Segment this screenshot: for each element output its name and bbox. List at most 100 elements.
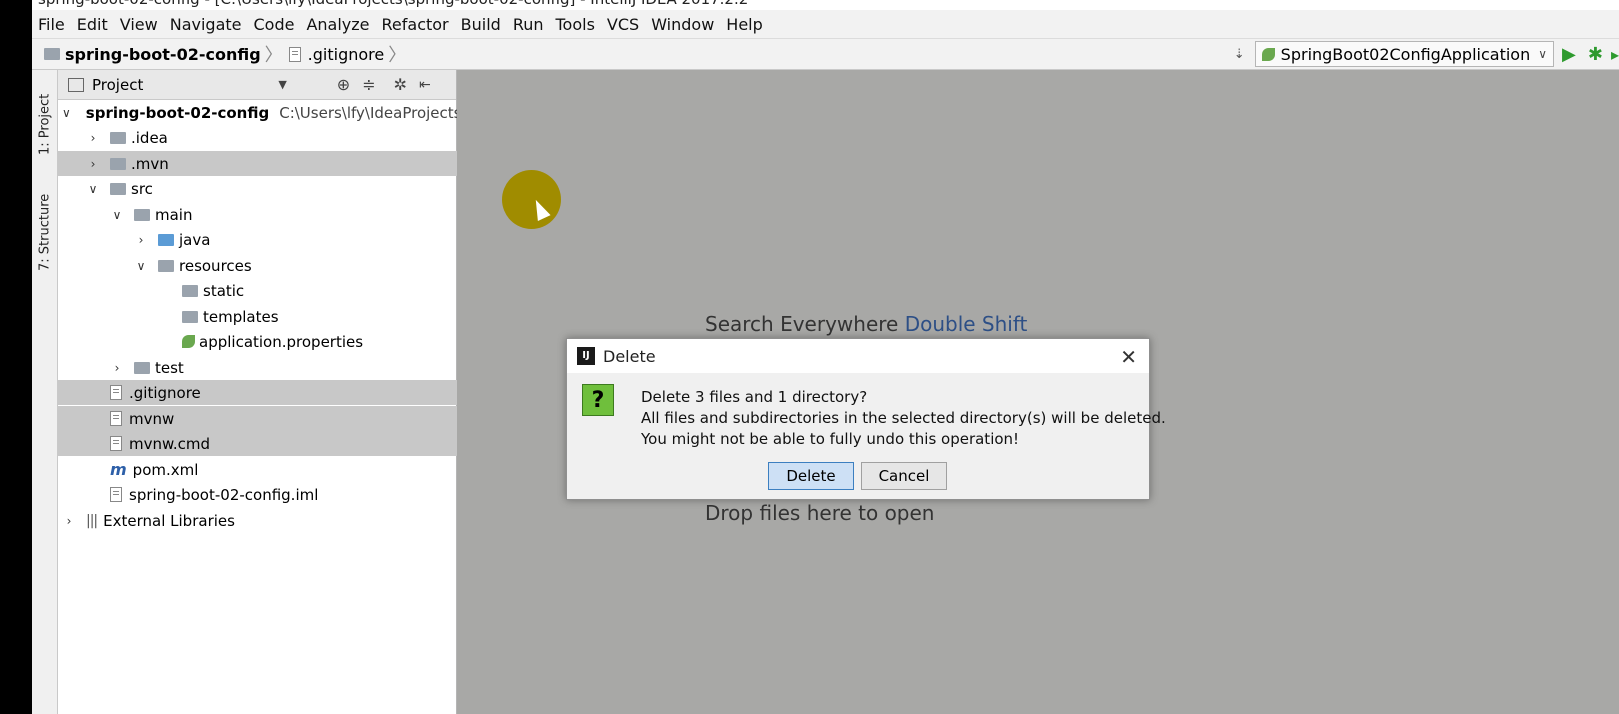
chevron-right-icon[interactable]: ›	[62, 514, 76, 528]
gear-icon[interactable]: ✲	[394, 75, 407, 94]
close-icon[interactable]: ✕	[1120, 345, 1137, 369]
tree-label: src	[131, 179, 153, 198]
module-file-icon	[110, 487, 122, 502]
menu-file[interactable]: File	[32, 15, 71, 34]
menu-code[interactable]: Code	[248, 15, 301, 34]
dialog-body: ? Delete 3 files and 1 directory? All fi…	[567, 373, 1166, 499]
breadcrumb-project[interactable]: spring-boot-02-config	[44, 45, 261, 64]
spring-properties-icon	[182, 335, 195, 348]
tree-label: test	[155, 358, 184, 377]
tree-item-pom[interactable]: m pom.xml	[58, 457, 508, 482]
menu-navigate[interactable]: Navigate	[164, 15, 248, 34]
chevron-down-icon[interactable]: ∨	[134, 259, 148, 273]
navigation-bar: spring-boot-02-config 〉 .gitignore 〉 ⇣ S…	[32, 38, 1619, 70]
tree-label: mvnw	[129, 409, 175, 428]
tree-label: java	[179, 230, 211, 249]
menu-view[interactable]: View	[114, 15, 164, 34]
sort-icon[interactable]: ⇣	[1234, 47, 1245, 62]
run-toolbar: ⇣ SpringBoot02ConfigApplication ∨ ▶ ✱ ▸	[1234, 39, 1619, 69]
run-icon[interactable]: ▶	[1562, 44, 1576, 65]
tree-item-mvn[interactable]: › .mvn	[58, 151, 484, 176]
chevron-down-icon[interactable]: ∨	[110, 208, 124, 222]
tree-label: .idea	[131, 128, 168, 147]
text-file-icon	[110, 436, 122, 451]
run-config-selector[interactable]: SpringBoot02ConfigApplication ∨	[1254, 41, 1555, 67]
tree-label: templates	[203, 307, 279, 326]
tree-item-iml[interactable]: spring-boot-02-config.iml	[58, 482, 508, 507]
source-folder-icon	[158, 233, 174, 246]
root-path: C:\Users\lfy\IdeaProjects	[279, 103, 462, 122]
menu-run[interactable]: Run	[507, 15, 550, 34]
menu-refactor[interactable]: Refactor	[376, 15, 455, 34]
left-tool-strip: 1: Project 7: Structure	[32, 70, 58, 714]
tree-label: External Libraries	[103, 511, 235, 530]
chevron-right-icon[interactable]: ›	[134, 233, 148, 247]
search-everywhere-hint: Search Everywhere Double Shift	[705, 312, 1027, 336]
resources-folder-icon	[158, 259, 174, 272]
text-file-icon	[110, 411, 122, 426]
chevron-down-icon: ∨	[1538, 47, 1548, 61]
intellij-logo-icon: IJ	[577, 347, 595, 365]
tree-label: .mvn	[131, 154, 169, 173]
hide-panel-icon[interactable]: ⇤	[419, 77, 431, 93]
question-icon: ?	[582, 384, 614, 416]
dialog-message-line1: Delete 3 files and 1 directory?	[641, 388, 868, 406]
tree-label: .gitignore	[129, 383, 201, 402]
collapse-all-icon[interactable]: ≑	[362, 75, 375, 94]
tree-item-external-libraries[interactable]: › ||| External Libraries	[58, 508, 460, 533]
chevron-down-icon[interactable]: ∨	[86, 182, 100, 196]
chevron-right-icon[interactable]: ›	[110, 361, 124, 375]
panel-title: Project	[92, 75, 144, 94]
tree-label: application.properties	[199, 332, 364, 351]
folder-icon	[182, 284, 198, 297]
tree-label: static	[203, 281, 245, 300]
view-dropdown-icon[interactable]: ▼	[278, 78, 286, 91]
breadcrumb-file[interactable]: .gitignore	[288, 44, 385, 64]
tree-item-mvnw-cmd[interactable]: mvnw.cmd	[58, 431, 508, 456]
drop-files-hint: Drop files here to open	[705, 501, 935, 525]
tree-label: resources	[179, 256, 252, 275]
menu-edit[interactable]: Edit	[71, 15, 114, 34]
menu-tools[interactable]: Tools	[550, 15, 601, 34]
menu-bar: File Edit View Navigate Code Analyze Ref…	[32, 10, 1619, 38]
tree-item-gitignore[interactable]: .gitignore	[58, 380, 508, 405]
tree-item-idea[interactable]: › .idea	[58, 125, 484, 150]
run-with-coverage-icon[interactable]: ▸	[1611, 45, 1619, 64]
project-tab-label: 1: Project	[37, 93, 53, 155]
run-config-label: SpringBoot02ConfigApplication	[1280, 44, 1531, 64]
tree-item-mvnw[interactable]: mvnw	[58, 406, 508, 431]
dialog-message-line2: All files and subdirectories in the sele…	[641, 409, 1166, 427]
text-file-icon	[288, 46, 301, 62]
structure-tool-tab[interactable]: 7: Structure	[34, 182, 56, 282]
folder-icon	[134, 208, 150, 221]
tree-item-test[interactable]: › test	[58, 355, 508, 380]
tree-item-src[interactable]: ∨ src	[58, 176, 484, 201]
breadcrumb-file-label: .gitignore	[307, 44, 385, 64]
breadcrumb-separator-icon: 〉	[264, 45, 283, 66]
tree-label: pom.xml	[132, 460, 199, 479]
debug-icon[interactable]: ✱	[1588, 44, 1603, 65]
menu-help[interactable]: Help	[720, 15, 768, 34]
tree-label: spring-boot-02-config.iml	[129, 485, 319, 504]
menu-window[interactable]: Window	[645, 15, 720, 34]
folder-icon	[110, 157, 126, 170]
menu-build[interactable]: Build	[455, 15, 507, 34]
chevron-down-icon[interactable]: ∨	[62, 106, 71, 120]
tree-item-root[interactable]: ∨ spring-boot-02-config C:\Users\lfy\Ide…	[58, 100, 462, 125]
project-tool-tab[interactable]: 1: Project	[34, 78, 56, 170]
chevron-right-icon[interactable]: ›	[86, 157, 100, 171]
menu-vcs[interactable]: VCS	[601, 15, 645, 34]
menu-analyze[interactable]: Analyze	[300, 15, 375, 34]
delete-dialog: IJ Delete ✕ ? Delete 3 files and 1 direc…	[566, 338, 1166, 500]
chevron-right-icon[interactable]: ›	[86, 131, 100, 145]
delete-button[interactable]: Delete	[768, 462, 854, 490]
tree-label: mvnw.cmd	[129, 434, 211, 453]
project-panel-header: Project ▼ ⊕ ≑ ✲ ⇤	[58, 70, 456, 100]
locate-icon[interactable]: ⊕	[337, 75, 350, 94]
dialog-title: Delete	[603, 346, 656, 366]
cancel-button[interactable]: Cancel	[861, 462, 947, 490]
cursor-highlight	[502, 170, 561, 229]
dialog-title-bar: IJ Delete ✕	[567, 339, 1149, 373]
tree-item-main[interactable]: ∨ main	[58, 202, 508, 227]
project-view-icon	[68, 77, 84, 92]
